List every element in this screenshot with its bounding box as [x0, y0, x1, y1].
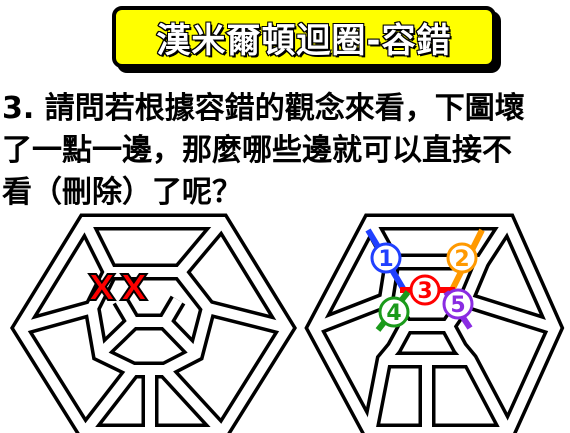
edge-label-4: 4 — [378, 296, 410, 328]
edge-label-4-text: 4 — [386, 301, 401, 326]
left-graph-edges-inner — [14, 217, 293, 433]
edge-label-5-text: 5 — [450, 293, 465, 318]
edge-label-3: 3 — [409, 274, 441, 306]
edge-label-1: 1 — [370, 242, 402, 274]
edge-label-5: 5 — [442, 288, 474, 320]
edge-label-3-text: 3 — [417, 279, 432, 304]
figures-canvas: X X 1 2 3 4 5 — [10, 213, 565, 433]
edge-label-2-text: 2 — [454, 247, 469, 272]
edge-label-1-text: 1 — [378, 247, 393, 272]
broken-mark-x-1: X — [88, 268, 116, 309]
edge-label-2: 2 — [446, 242, 478, 274]
left-graph: X X — [10, 213, 297, 433]
broken-mark-x-2: X — [120, 268, 148, 309]
right-graph: 1 2 3 4 5 — [304, 213, 565, 433]
